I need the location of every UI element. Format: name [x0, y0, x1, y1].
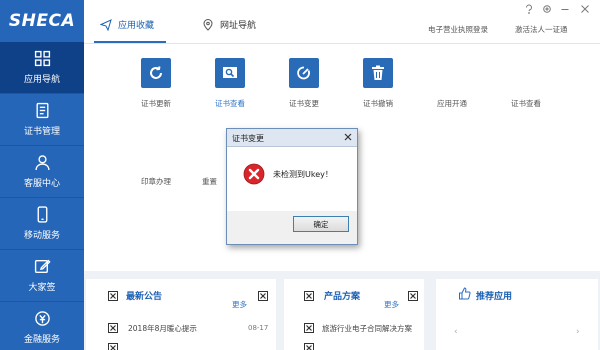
list-item-date: 08-17	[248, 324, 269, 332]
ok-button[interactable]: 确定	[293, 216, 349, 232]
sidebar-item-mobile[interactable]: 移动服务	[0, 198, 84, 250]
app-enable[interactable]: 应用开通	[422, 98, 482, 109]
bottom-panels: 最新公告 更多 2018年8月暖心提示 08-17 产品方案 更多 旅游行业电子…	[84, 271, 600, 350]
sidebar-item-label: 应用导航	[23, 75, 60, 85]
panel-title: 推荐应用	[476, 292, 513, 302]
app-label: 证书撤销	[363, 99, 393, 108]
top-bar: 应用收藏 网址导航 电子营业执照登录 激活法人一证通	[84, 0, 600, 44]
sidebar-item-service-center[interactable]: 客服中心	[0, 146, 84, 198]
document-icon	[35, 102, 49, 119]
settings-icon[interactable]	[542, 4, 552, 14]
edit-icon	[34, 259, 51, 274]
sidebar-item-label: 移动服务	[23, 231, 60, 241]
sidebar-item-label: 大家签	[28, 283, 56, 293]
refresh-icon	[141, 58, 171, 88]
thumbs-up-icon	[459, 287, 471, 300]
dialog-title: 证书变更	[227, 129, 357, 147]
sidebar-item-label: 客服中心	[23, 179, 60, 189]
chevron-left-icon[interactable]: ‹	[454, 327, 458, 337]
active-tab-indicator	[94, 41, 166, 43]
error-icon	[243, 163, 265, 185]
list-item[interactable]: 2018年8月暖心提示	[128, 323, 197, 334]
person-icon	[34, 155, 50, 170]
app-label: 应用开通	[437, 99, 467, 108]
minimize-icon[interactable]	[560, 4, 570, 14]
tab-url-nav[interactable]: 网址导航	[202, 18, 256, 31]
tab-label: 网址导航	[220, 21, 257, 31]
more-link[interactable]: 更多	[232, 299, 247, 310]
finance-icon	[34, 311, 50, 326]
panel-title: 产品方案	[324, 292, 361, 302]
list-item[interactable]: 旅游行业电子合同解决方案	[322, 323, 412, 334]
dialog-body: 未检测到Ukey！	[227, 147, 357, 211]
announcement-panel: 最新公告 更多 2018年8月暖心提示 08-17	[86, 279, 276, 350]
logo: SHECA	[8, 11, 76, 31]
app-cert-change[interactable]: 证书变更	[274, 58, 334, 109]
app-cert-revoke[interactable]: 证书撤销	[348, 58, 408, 109]
app-label: 证书更新	[141, 99, 171, 108]
tab-app-favorites[interactable]: 应用收藏	[100, 18, 154, 31]
app-label: 证书查看	[511, 99, 541, 108]
app-cert-view[interactable]: 证书查看	[496, 98, 556, 109]
edit-icon	[289, 58, 319, 88]
solutions-panel: 产品方案 更多 旅游行业电子合同解决方案	[284, 279, 424, 350]
sidebar-item-finance[interactable]: 金融服务	[0, 302, 84, 350]
recommend-panel: 推荐应用 ‹ ›	[436, 279, 598, 350]
mobile-icon	[37, 206, 47, 223]
paper-plane-icon	[100, 18, 112, 31]
sidebar-item-sign[interactable]: 大家签	[0, 250, 84, 302]
close-icon[interactable]	[108, 291, 118, 301]
close-icon[interactable]	[304, 291, 314, 301]
search-icon	[215, 58, 245, 88]
close-icon	[108, 343, 118, 350]
app-label: 证书查看	[215, 99, 245, 108]
sidebar-item-label: 金融服务	[23, 335, 60, 345]
app-cert-renew[interactable]: 证书更新	[126, 58, 186, 109]
location-pin-icon	[203, 18, 213, 31]
help-icon[interactable]	[524, 4, 534, 14]
app-label: 重置	[202, 177, 217, 186]
error-dialog: 证书变更 未检测到Ukey！ 确定	[226, 128, 358, 245]
license-login-link[interactable]: 电子营业执照登录	[428, 24, 488, 35]
tab-label: 应用收藏	[118, 21, 155, 31]
chevron-right-icon[interactable]: ›	[576, 327, 580, 337]
activate-link[interactable]: 激活法人一证通	[515, 24, 568, 35]
sidebar-item-cert-manage[interactable]: 证书管理	[0, 94, 84, 146]
close-icon	[304, 343, 314, 350]
close-icon[interactable]	[258, 291, 268, 301]
sidebar-item-app-nav[interactable]: 应用导航	[0, 42, 84, 94]
close-icon	[304, 323, 314, 333]
sidebar-item-label: 证书管理	[23, 127, 60, 137]
panel-title: 最新公告	[126, 292, 163, 302]
app-cert-query[interactable]: 证书查看	[200, 58, 260, 109]
close-icon[interactable]	[408, 291, 418, 301]
app-label: 证书变更	[289, 99, 319, 108]
trash-icon	[363, 58, 393, 88]
sidebar: SHECA 应用导航 证书管理 客服中心 移动服务 大家签 金融服务	[0, 0, 84, 350]
close-icon[interactable]	[343, 132, 353, 142]
close-icon	[108, 323, 118, 333]
dialog-message: 未检测到Ukey！	[273, 170, 333, 179]
close-icon[interactable]	[580, 4, 590, 14]
more-link[interactable]: 更多	[384, 299, 399, 310]
app-label: 印章办理	[141, 177, 171, 186]
grid-icon	[34, 50, 50, 67]
app-seal[interactable]: 印章办理	[126, 176, 186, 187]
